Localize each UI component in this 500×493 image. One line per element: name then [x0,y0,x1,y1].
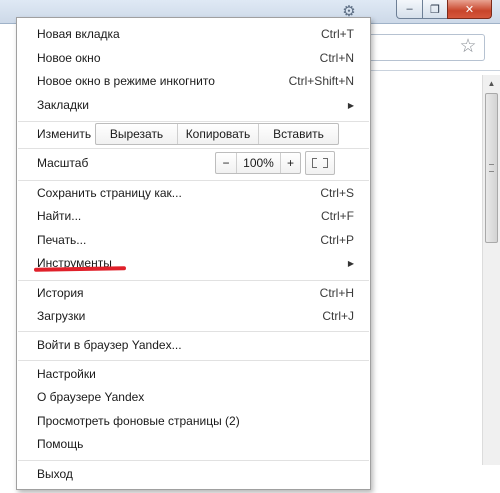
menu-item-label: Загрузки [37,309,86,323]
menu-item-print[interactable]: Печать... Ctrl+P [18,229,369,251]
menu-item-label: Войти в браузер Yandex... [37,338,182,352]
menu-item-label: Печать... [37,233,87,247]
scroll-up-arrow-icon[interactable]: ▲ [484,78,499,90]
menu-item-downloads[interactable]: Загрузки Ctrl+J [18,305,369,327]
fullscreen-icon[interactable] [305,151,335,175]
menu-item-help[interactable]: Помощь [18,433,369,455]
menu-item-find[interactable]: Найти... Ctrl+F [18,205,369,227]
menu-separator [18,180,369,181]
menu-item-label: Просмотреть фоновые страницы (2) [37,414,240,428]
menu-item-shortcut: Ctrl+N [319,51,354,65]
menu-item-shortcut: Ctrl+F [321,209,354,223]
minimize-button[interactable]: – [396,0,423,19]
close-button[interactable]: ✕ [447,0,492,19]
menu-item-shortcut: Ctrl+S [320,186,354,200]
menu-item-label: О браузере Yandex [37,390,145,404]
menu-item-label: Найти... [37,209,82,223]
menu-item-shortcut: Ctrl+H [319,286,354,300]
menu-item-label: Помощь [37,437,84,451]
menu-item-label: Выход [37,467,73,481]
menu-item-shortcut: Ctrl+P [320,233,354,247]
edit-row: Изменить Вырезать Копировать Вставить [18,121,369,147]
menu-item-bookmarks[interactable]: Закладки ▶ [18,94,369,116]
menu-separator [18,460,369,461]
copy-button[interactable]: Копировать [177,124,258,144]
menu-item-shortcut: Ctrl+J [322,309,354,323]
menu-separator [18,331,369,332]
menu-item-label: Сохранить страницу как... [37,186,182,200]
paste-button[interactable]: Вставить [258,124,338,144]
edit-row-label: Изменить [37,127,92,141]
menu-item-shortcut: Ctrl+T [321,27,354,41]
browser-main-menu: Новая вкладка Ctrl+T Новое окно Ctrl+N Н… [16,17,371,490]
zoom-row: Масштаб − 100% + [18,150,369,176]
menu-item-new-tab[interactable]: Новая вкладка Ctrl+T [18,23,369,45]
menu-item-incognito[interactable]: Новое окно в режиме инкогнито Ctrl+Shift… [18,70,369,92]
menu-item-sign-in[interactable]: Войти в браузер Yandex... [18,334,369,356]
menu-item-label: История [37,286,84,300]
menu-item-history[interactable]: История Ctrl+H [18,282,369,304]
menu-item-save-page[interactable]: Сохранить страницу как... Ctrl+S [18,182,369,204]
cut-button[interactable]: Вырезать [96,124,177,144]
menu-item-new-window[interactable]: Новое окно Ctrl+N [18,47,369,69]
menu-separator [18,360,369,361]
menu-item-label: Новая вкладка [37,27,120,41]
menu-separator [18,148,369,149]
menu-item-shortcut: Ctrl+Shift+N [288,74,354,88]
menu-item-exit[interactable]: Выход [18,463,369,485]
toolbar-divider [360,70,500,71]
menu-separator [18,280,369,281]
menu-item-label: Новое окно [37,51,101,65]
menu-item-about[interactable]: О браузере Yandex [18,386,369,408]
scroll-thumb[interactable] [485,93,498,243]
submenu-arrow-icon: ▶ [347,100,354,110]
zoom-out-button[interactable]: − [216,153,236,173]
zoom-in-button[interactable]: + [280,153,300,173]
edit-button-group: Вырезать Копировать Вставить [95,123,339,145]
menu-item-settings[interactable]: Настройки [18,363,369,385]
zoom-level: 100% [236,153,280,173]
menu-item-background-pages[interactable]: Просмотреть фоновые страницы (2) [18,410,369,432]
menu-item-label: Закладки [37,98,89,112]
maximize-button[interactable]: ❐ [422,0,448,19]
page-scrollbar[interactable]: ▲ [482,75,500,465]
submenu-arrow-icon: ▶ [347,258,354,268]
zoom-control: − 100% + [215,152,301,174]
bookmark-star-icon[interactable]: ☆ [457,36,479,58]
menu-item-label: Настройки [37,367,96,381]
zoom-row-label: Масштаб [37,156,89,170]
scroll-grip-icon [489,164,494,172]
menu-item-label: Новое окно в режиме инкогнито [37,74,215,88]
